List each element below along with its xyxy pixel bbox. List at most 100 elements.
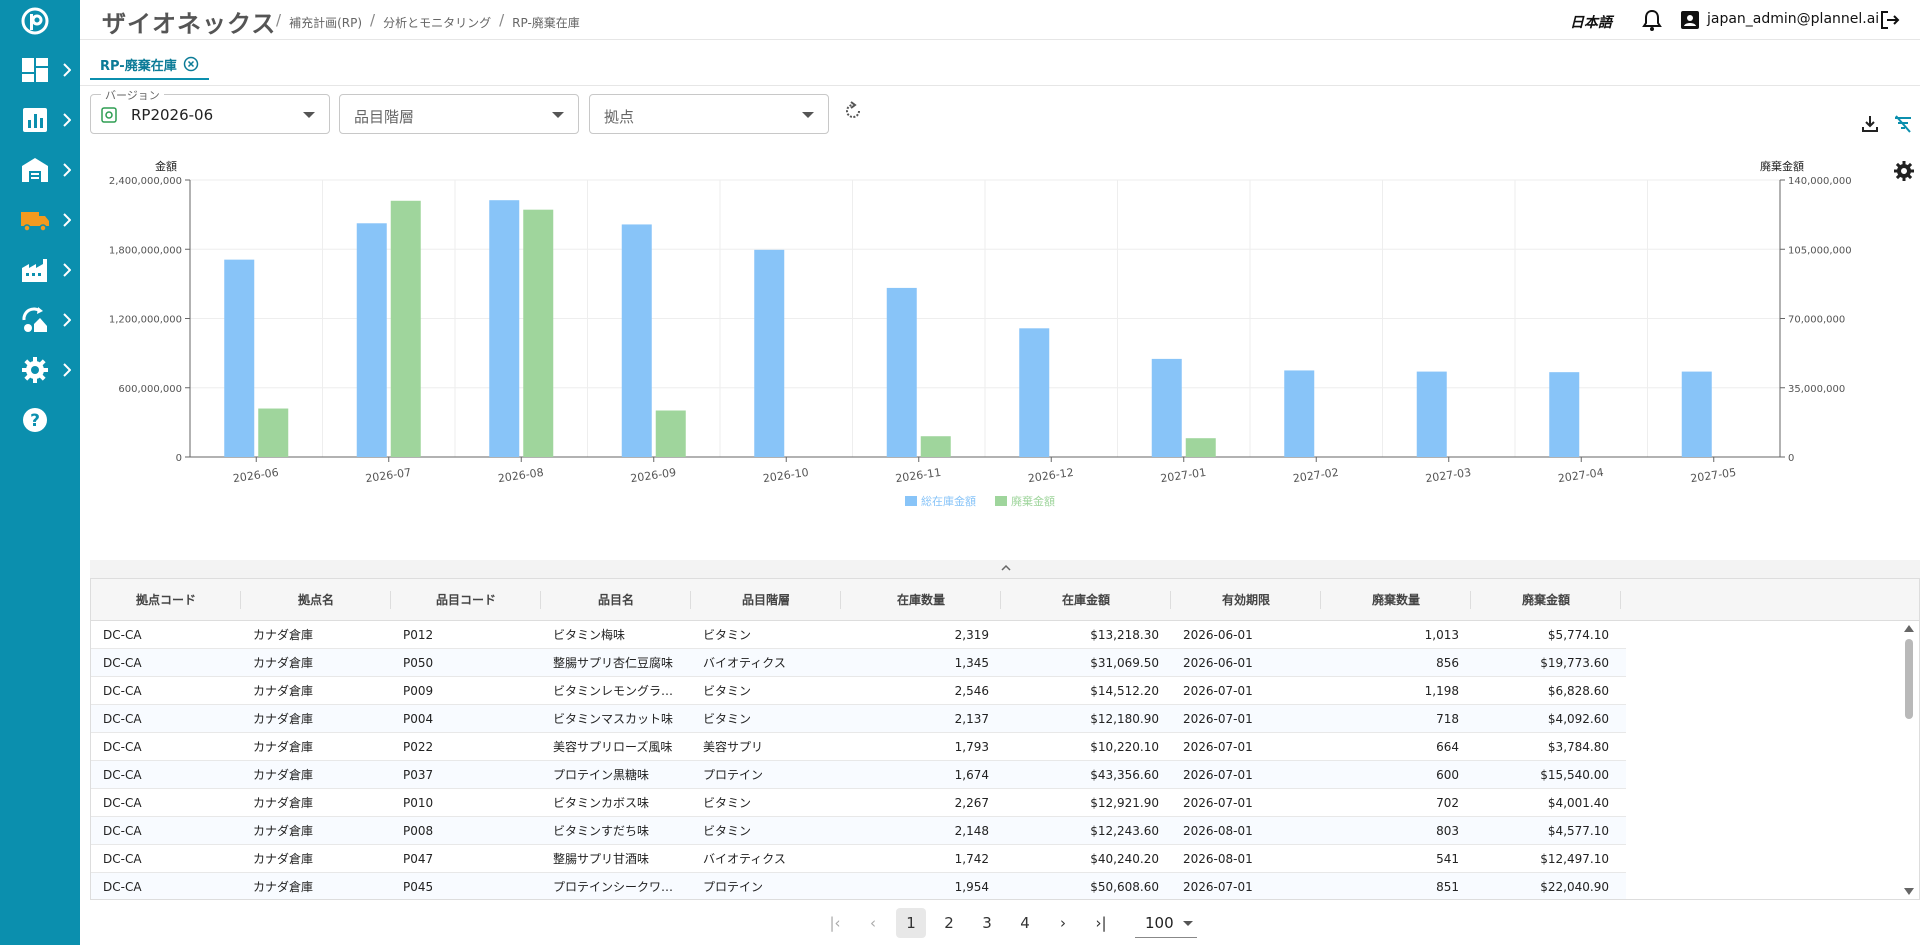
first-page-button[interactable]: |‹ (820, 908, 850, 938)
column-header[interactable]: 拠点コード (91, 579, 241, 621)
table-cell: 2026-07-01 (1183, 768, 1253, 782)
breadcrumb-item[interactable]: 補充計画(RP) (289, 14, 362, 31)
clear-filter-icon[interactable] (1893, 114, 1913, 134)
column-header[interactable]: 品目階層 (691, 579, 841, 621)
bar-total-inventory[interactable] (621, 224, 652, 457)
legend-swatch-total-inventory[interactable] (905, 496, 917, 506)
nav-logistics[interactable] (0, 200, 80, 240)
breadcrumb-item[interactable]: 分析とモニタリング (383, 14, 491, 31)
table-cell: $40,240.20 (1090, 852, 1159, 866)
nav-dashboard[interactable] (0, 50, 80, 90)
breadcrumb-separator: / (499, 11, 505, 29)
download-icon[interactable] (1860, 114, 1880, 134)
column-header[interactable]: 在庫金額 (1001, 579, 1171, 621)
site-placeholder: 拠点 (604, 108, 635, 126)
chevron-right-icon (63, 263, 71, 277)
column-header[interactable]: 拠点名 (241, 579, 391, 621)
bar-total-inventory[interactable] (1681, 371, 1712, 457)
nav-help[interactable]: ? (0, 400, 80, 440)
table-cell: P022 (403, 740, 434, 754)
bar-total-inventory[interactable] (1284, 370, 1315, 457)
chevron-right-icon (63, 113, 71, 127)
warehouse-icon (22, 158, 48, 182)
table-row[interactable]: DC-CA カナダ倉庫 P010 ビタミンカボス味 ビタミン 2,267 $12,921.9… (91, 789, 1626, 817)
bell-icon[interactable] (1642, 9, 1662, 31)
item-level-select[interactable]: 品目階層 (339, 94, 579, 134)
column-header[interactable]: 廃棄数量 (1321, 579, 1471, 621)
breadcrumb: / 補充計画(RP) / 分析とモニタリング / RP-廃棄在庫 (276, 11, 580, 31)
logout-icon[interactable] (1879, 9, 1901, 31)
truck-icon (21, 212, 49, 232)
scroll-down-arrow[interactable] (1904, 888, 1914, 895)
bar-total-inventory[interactable] (1151, 358, 1182, 457)
column-header[interactable]: 品目コード (391, 579, 541, 621)
legend-swatch-waste-amount[interactable] (995, 496, 1007, 506)
y2-tick-label: 70,000,000 (1788, 315, 1845, 326)
y2-tick-label: 105,000,000 (1788, 245, 1852, 256)
bar-total-inventory[interactable] (1019, 328, 1050, 457)
table-cell: P012 (403, 628, 434, 642)
language-selector[interactable]: 日本語 (1570, 12, 1612, 32)
refresh-icon[interactable] (842, 100, 864, 122)
tab-waste-inventory[interactable]: RP-廃棄在庫 (90, 50, 209, 80)
table-row[interactable]: DC-CA カナダ倉庫 P050 整腸サプリ杏仁豆腐味 バイオティクス 1,345 $31,… (91, 649, 1626, 677)
table-cell: $19,773.60 (1540, 656, 1609, 670)
column-header[interactable]: 在庫数量 (841, 579, 1001, 621)
bar-waste-amount[interactable] (1185, 438, 1216, 457)
nav-settings[interactable] (0, 350, 80, 390)
table-cell: 1,013 (1424, 628, 1459, 642)
legend-label-total-inventory[interactable]: 総在庫金額 (921, 494, 976, 508)
gear-icon[interactable] (1893, 160, 1915, 182)
bar-total-inventory[interactable] (1416, 371, 1447, 457)
bar-waste-amount[interactable] (655, 410, 686, 457)
column-header[interactable]: 有効期限 (1171, 579, 1321, 621)
bar-total-inventory[interactable] (224, 259, 255, 457)
table-cell: P037 (403, 768, 434, 782)
page-2-button[interactable]: 2 (934, 908, 964, 938)
table-row[interactable]: DC-CA カナダ倉庫 P012 ビタミン梅味 ビタミン 2,319 $13,218.30 2… (91, 621, 1626, 649)
bar-total-inventory[interactable] (1549, 372, 1580, 457)
page-1-button[interactable]: 1 (896, 908, 926, 938)
close-icon[interactable] (183, 56, 199, 72)
table-row[interactable]: DC-CA カナダ倉庫 P004 ビタミンマスカット味 ビタミン 2,137 $12,180… (91, 705, 1626, 733)
table-row[interactable]: DC-CA カナダ倉庫 P009 ビタミンレモングラ… ビタミン 2,546 $14,512… (91, 677, 1626, 705)
table-row[interactable]: DC-CA カナダ倉庫 P037 プロテイン黒糖味 プロテイン 1,674 $43,356.… (91, 761, 1626, 789)
legend-label-waste-amount[interactable]: 廃棄金額 (1011, 494, 1055, 508)
page-3-button[interactable]: 3 (972, 908, 1002, 938)
bar-total-inventory[interactable] (754, 249, 785, 457)
vertical-scrollbar[interactable] (1900, 621, 1918, 899)
site-select[interactable]: 拠点 (589, 94, 829, 134)
column-header[interactable]: 品目名 (541, 579, 691, 621)
nav-warehouse[interactable] (0, 150, 80, 190)
nav-analytics[interactable] (0, 100, 80, 140)
page-4-button[interactable]: 4 (1010, 908, 1040, 938)
scroll-thumb[interactable] (1905, 639, 1913, 719)
next-page-button[interactable]: › (1048, 908, 1078, 938)
nav-factory[interactable] (0, 250, 80, 290)
table-cell: P008 (403, 824, 434, 838)
column-header[interactable]: 廃棄金額 (1471, 579, 1621, 621)
scroll-up-arrow[interactable] (1904, 625, 1914, 632)
bar-waste-amount[interactable] (390, 200, 421, 457)
table-row[interactable]: DC-CA カナダ倉庫 P008 ビタミンすだち味 ビタミン 2,148 $12,243.6… (91, 817, 1626, 845)
bar-waste-amount[interactable] (258, 408, 289, 457)
y2-tick-label: 35,000,000 (1788, 384, 1845, 395)
bar-waste-amount[interactable] (920, 436, 951, 457)
bar-total-inventory[interactable] (489, 200, 520, 457)
nav-replenishment[interactable] (0, 300, 80, 340)
page-size-select[interactable]: 100 (1135, 908, 1197, 938)
table-row[interactable]: DC-CA カナダ倉庫 P022 美容サプリローズ風味 美容サプリ 1,793 $10,22… (91, 733, 1626, 761)
last-page-button[interactable]: ›| (1086, 908, 1116, 938)
prev-page-button[interactable]: ‹ (858, 908, 888, 938)
bar-total-inventory[interactable] (886, 287, 917, 457)
collapse-bar[interactable] (90, 560, 1920, 578)
table-row[interactable]: DC-CA カナダ倉庫 P047 整腸サプリ甘酒味 バイオティクス 1,742 $40,24… (91, 845, 1626, 873)
app-logo[interactable] (20, 6, 50, 36)
bar-waste-amount[interactable] (523, 209, 554, 457)
table-row[interactable]: DC-CA カナダ倉庫 P045 プロテインシークワ… プロテイン 1,954 $50,60… (91, 873, 1626, 899)
y-tick-label: 0 (176, 453, 182, 464)
breadcrumb-item[interactable]: RP-廃棄在庫 (512, 14, 580, 31)
table-cell: 1,198 (1424, 684, 1459, 698)
version-select[interactable]: バージョン RP2026-06 (90, 87, 330, 134)
bar-total-inventory[interactable] (356, 223, 387, 457)
